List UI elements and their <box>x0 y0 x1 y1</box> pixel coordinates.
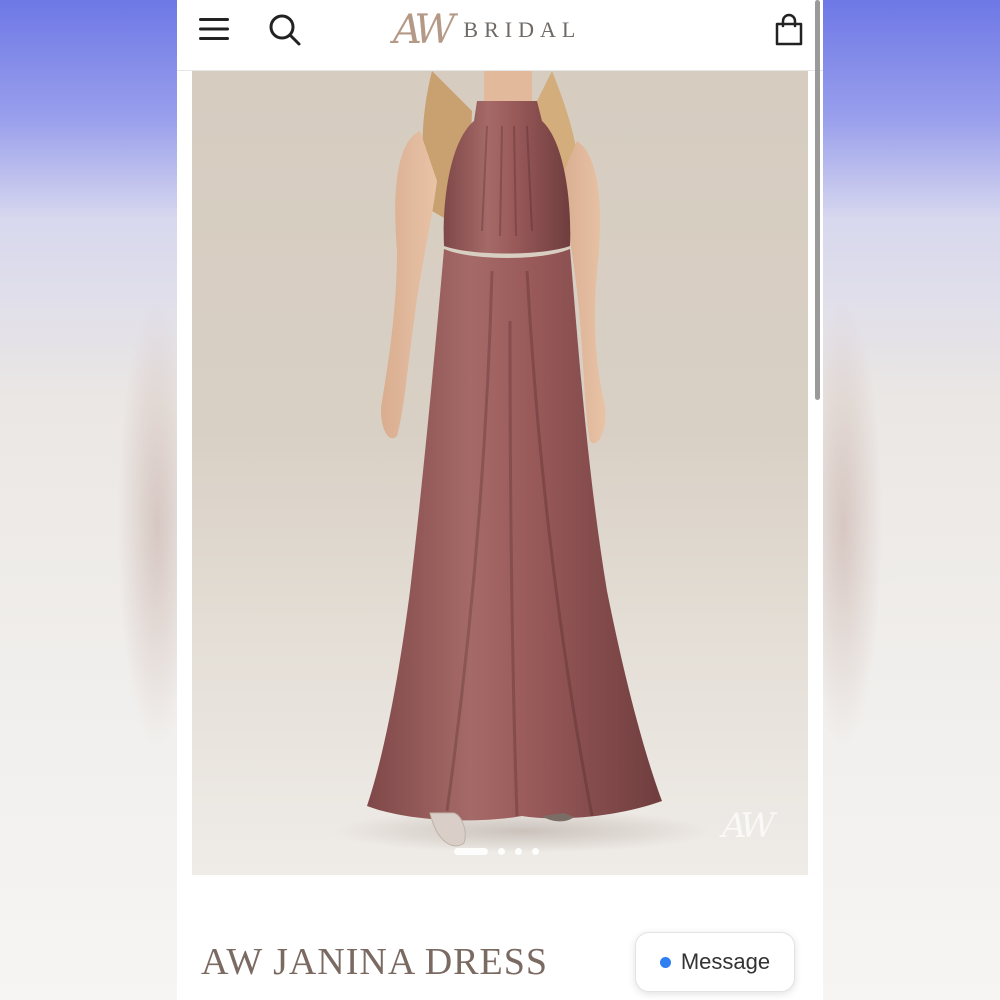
shopping-bag-icon[interactable] <box>771 12 807 48</box>
brand-logo[interactable]: AW BRIDAL <box>393 4 581 56</box>
backdrop-right <box>803 0 1000 1000</box>
search-icon[interactable] <box>267 12 303 48</box>
top-navigation-bar: AW BRIDAL <box>177 0 823 71</box>
carousel-dot[interactable] <box>532 848 539 855</box>
carousel-dot[interactable] <box>515 848 522 855</box>
logo-text: BRIDAL <box>463 17 582 42</box>
message-label: Message <box>680 949 771 974</box>
phone-screen: AW BRIDAL AW AW JANINA DRESS Message <box>177 0 823 1000</box>
online-status-dot <box>659 956 671 968</box>
logo-mark: AW <box>393 7 455 53</box>
message-button[interactable]: Message <box>635 932 795 992</box>
watermark-logo: AW <box>722 806 775 846</box>
backdrop-left <box>0 0 197 1000</box>
menu-icon[interactable] <box>197 16 231 42</box>
carousel-dot-active[interactable] <box>454 848 488 855</box>
carousel-dot[interactable] <box>498 848 505 855</box>
product-title: AW JANINA DRESS <box>201 941 548 983</box>
product-photo <box>332 71 712 853</box>
scrollbar[interactable] <box>815 0 820 400</box>
product-image-carousel[interactable]: AW <box>192 71 808 875</box>
carousel-indicator <box>454 848 539 855</box>
